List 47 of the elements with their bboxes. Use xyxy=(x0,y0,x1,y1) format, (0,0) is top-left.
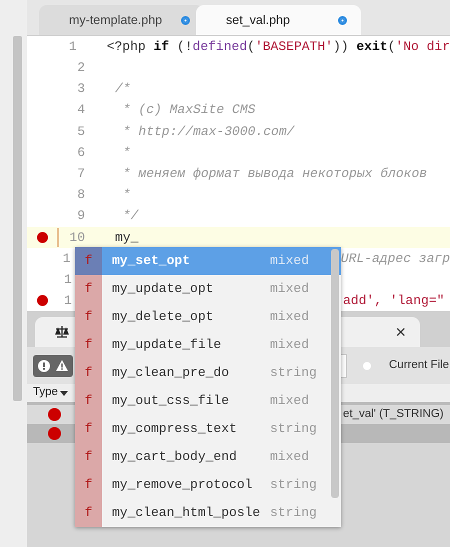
suggestion-item[interactable]: f my_cart_body_end mixed xyxy=(75,443,341,471)
problem-message: et_val' (T_STRING) xyxy=(343,406,444,422)
code-line: * (c) MaxSite CMS xyxy=(122,101,256,120)
code-line: * xyxy=(122,144,131,162)
code-line: add', 'lang=" xyxy=(343,292,444,310)
suggestion-item[interactable]: f my_clean_pre_do string xyxy=(75,359,341,387)
line-number: 5 xyxy=(76,122,85,141)
code-line: <?php if (!defined('BASEPATH')) exit('No dir xyxy=(106,38,450,56)
line-number: 7 xyxy=(76,164,85,183)
line-number: 1 xyxy=(68,38,77,56)
code-line: */ xyxy=(122,207,138,226)
function-icon: f xyxy=(75,499,102,527)
line-number: 3 xyxy=(76,80,85,98)
code-line: * xyxy=(122,186,131,204)
suggestion-item[interactable]: f my_delete_opt mixed xyxy=(75,303,341,331)
line-number: 6 xyxy=(76,144,85,162)
function-icon: f xyxy=(75,247,102,275)
suggestion-item[interactable]: f my_compress_text string xyxy=(75,415,341,443)
line-number: 8 xyxy=(76,186,85,204)
code-line: * меняем формат вывода некоторых блоков xyxy=(122,164,428,183)
code-line: URL-адрес загр xyxy=(340,250,450,268)
function-icon: f xyxy=(75,303,102,331)
suggestion-item[interactable]: f my_clean_html_posle string xyxy=(75,499,341,527)
suggestion-item[interactable]: f my_out_css_file mixed xyxy=(75,387,341,415)
line-number: 1 xyxy=(63,292,73,310)
function-icon: f xyxy=(75,387,102,415)
line-number: 1 xyxy=(62,250,72,268)
line-number: 1 xyxy=(63,270,73,289)
column-header[interactable]: Type xyxy=(33,384,58,402)
line-number: 2 xyxy=(76,59,85,78)
suggestion-item[interactable]: f my_update_opt mixed xyxy=(75,275,341,303)
code-line: my_ xyxy=(115,228,138,247)
function-icon: f xyxy=(75,331,102,359)
function-icon: f xyxy=(75,471,102,499)
suggestion-item[interactable]: f my_remove_protocol string xyxy=(75,471,341,499)
function-icon: f xyxy=(75,275,102,303)
code-line: /* xyxy=(115,80,131,98)
line-number: 4 xyxy=(76,101,85,120)
function-icon: f xyxy=(75,415,102,443)
function-icon: f xyxy=(75,359,102,387)
close-button[interactable]: × xyxy=(395,323,406,341)
suggestion-item[interactable]: f my_update_file mixed xyxy=(75,331,341,359)
function-icon: f xyxy=(75,443,102,471)
file-tab[interactable]: set_val.php xyxy=(196,5,361,35)
line-number: 9 xyxy=(76,207,85,226)
filter-label: Current File xyxy=(389,358,450,373)
code-line: * http://max-3000.com/ xyxy=(122,122,294,141)
